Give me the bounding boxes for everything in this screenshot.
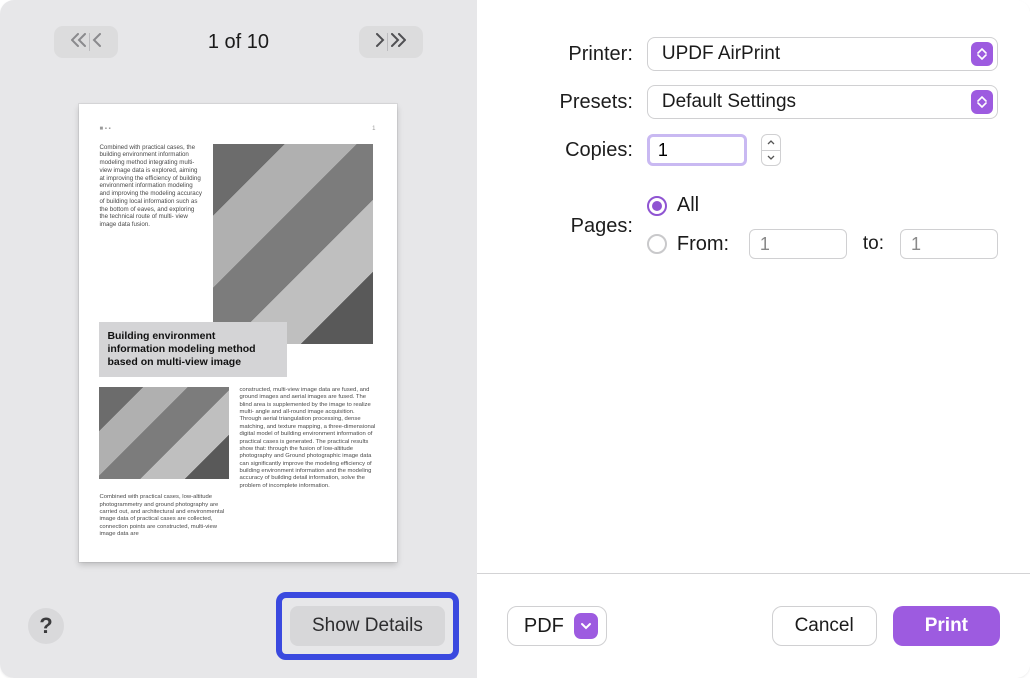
doc-header: ■ ▪ ▪ 1 xyxy=(99,126,375,134)
chevron-right-icon xyxy=(375,33,385,52)
copies-label: Copies: xyxy=(493,139,633,162)
pages-to-label: to: xyxy=(857,233,890,255)
doc-text-block: Combined with practical cases, the build… xyxy=(99,144,203,344)
printer-label: Printer: xyxy=(493,43,633,66)
first-prev-page-button[interactable] xyxy=(54,26,118,58)
nav-divider xyxy=(387,33,388,51)
doc-title-line: information modeling method xyxy=(107,343,279,356)
chevron-down-icon xyxy=(574,613,598,639)
dialog-footer: PDF Cancel Print xyxy=(477,574,1030,678)
printer-value: UPDF AirPrint xyxy=(662,43,780,65)
pdf-label: PDF xyxy=(524,615,564,638)
radio-unchecked-icon xyxy=(647,234,667,254)
page-thumbnail[interactable]: ■ ▪ ▪ 1 Combined with practical cases, t… xyxy=(79,104,397,562)
pages-row: Pages: All From: to: xyxy=(493,194,998,259)
double-chevron-right-icon xyxy=(390,33,406,52)
show-details-button[interactable]: Show Details xyxy=(290,606,445,646)
preview-pane: 1 of 10 ■ ▪ ▪ 1 Combined with practical … xyxy=(0,0,477,678)
stepper-down-icon xyxy=(762,151,780,166)
print-dialog: 1 of 10 ■ ▪ ▪ 1 Combined with practical … xyxy=(0,0,1030,678)
stepper-up-icon xyxy=(762,135,780,151)
doc-image-person xyxy=(99,387,229,479)
pdf-menu-button[interactable]: PDF xyxy=(507,606,607,646)
copies-stepper[interactable] xyxy=(761,134,781,166)
updown-indicator-icon xyxy=(971,90,993,114)
preview-footer: ? Show Details xyxy=(0,574,477,678)
preview-toolbar: 1 of 10 xyxy=(0,0,477,84)
doc-image-architecture xyxy=(213,144,373,344)
presets-select[interactable]: Default Settings xyxy=(647,85,998,119)
doc-title: Building environment information modelin… xyxy=(99,322,287,377)
help-icon: ? xyxy=(39,613,52,638)
pages-from-field[interactable] xyxy=(749,229,847,259)
doc-text-block: constructed, multi-view image data are f… xyxy=(239,387,375,490)
pages-all-label: All xyxy=(677,194,699,217)
doc-page-number: 1 xyxy=(372,126,375,134)
cancel-button[interactable]: Cancel xyxy=(772,606,877,646)
print-button[interactable]: Print xyxy=(893,606,1000,646)
page-indicator: 1 of 10 xyxy=(208,31,269,54)
presets-label: Presets: xyxy=(493,91,633,114)
next-last-page-button[interactable] xyxy=(359,26,423,58)
pages-to-field[interactable] xyxy=(900,229,998,259)
pages-range-option[interactable]: From: to: xyxy=(647,229,998,259)
radio-checked-icon xyxy=(647,196,667,216)
presets-value: Default Settings xyxy=(662,91,796,113)
updown-indicator-icon xyxy=(971,42,993,66)
printer-row: Printer: UPDF AirPrint xyxy=(493,30,998,78)
copies-field[interactable] xyxy=(647,134,747,166)
show-details-highlight: Show Details xyxy=(276,592,459,660)
pages-all-option[interactable]: All xyxy=(647,194,998,217)
copies-row: Copies: xyxy=(493,126,998,174)
doc-text-block: Combined with practical cases, low-altit… xyxy=(99,494,229,538)
presets-row: Presets: Default Settings xyxy=(493,78,998,126)
options-pane: Printer: UPDF AirPrint Presets: Default … xyxy=(477,0,1030,678)
nav-divider xyxy=(89,33,90,51)
double-chevron-left-icon xyxy=(71,33,87,52)
print-form: Printer: UPDF AirPrint Presets: Default … xyxy=(477,0,1030,573)
help-button[interactable]: ? xyxy=(28,608,64,644)
chevron-left-icon xyxy=(92,33,102,52)
doc-header-left: ■ ▪ ▪ xyxy=(99,126,110,134)
printer-select[interactable]: UPDF AirPrint xyxy=(647,37,998,71)
pages-label: Pages: xyxy=(493,215,633,238)
doc-title-line: Building environment xyxy=(107,330,279,343)
preview-body: ■ ▪ ▪ 1 Combined with practical cases, t… xyxy=(0,84,477,574)
doc-title-line: based on multi-view image xyxy=(107,356,279,369)
pages-from-label: From: xyxy=(677,233,739,256)
